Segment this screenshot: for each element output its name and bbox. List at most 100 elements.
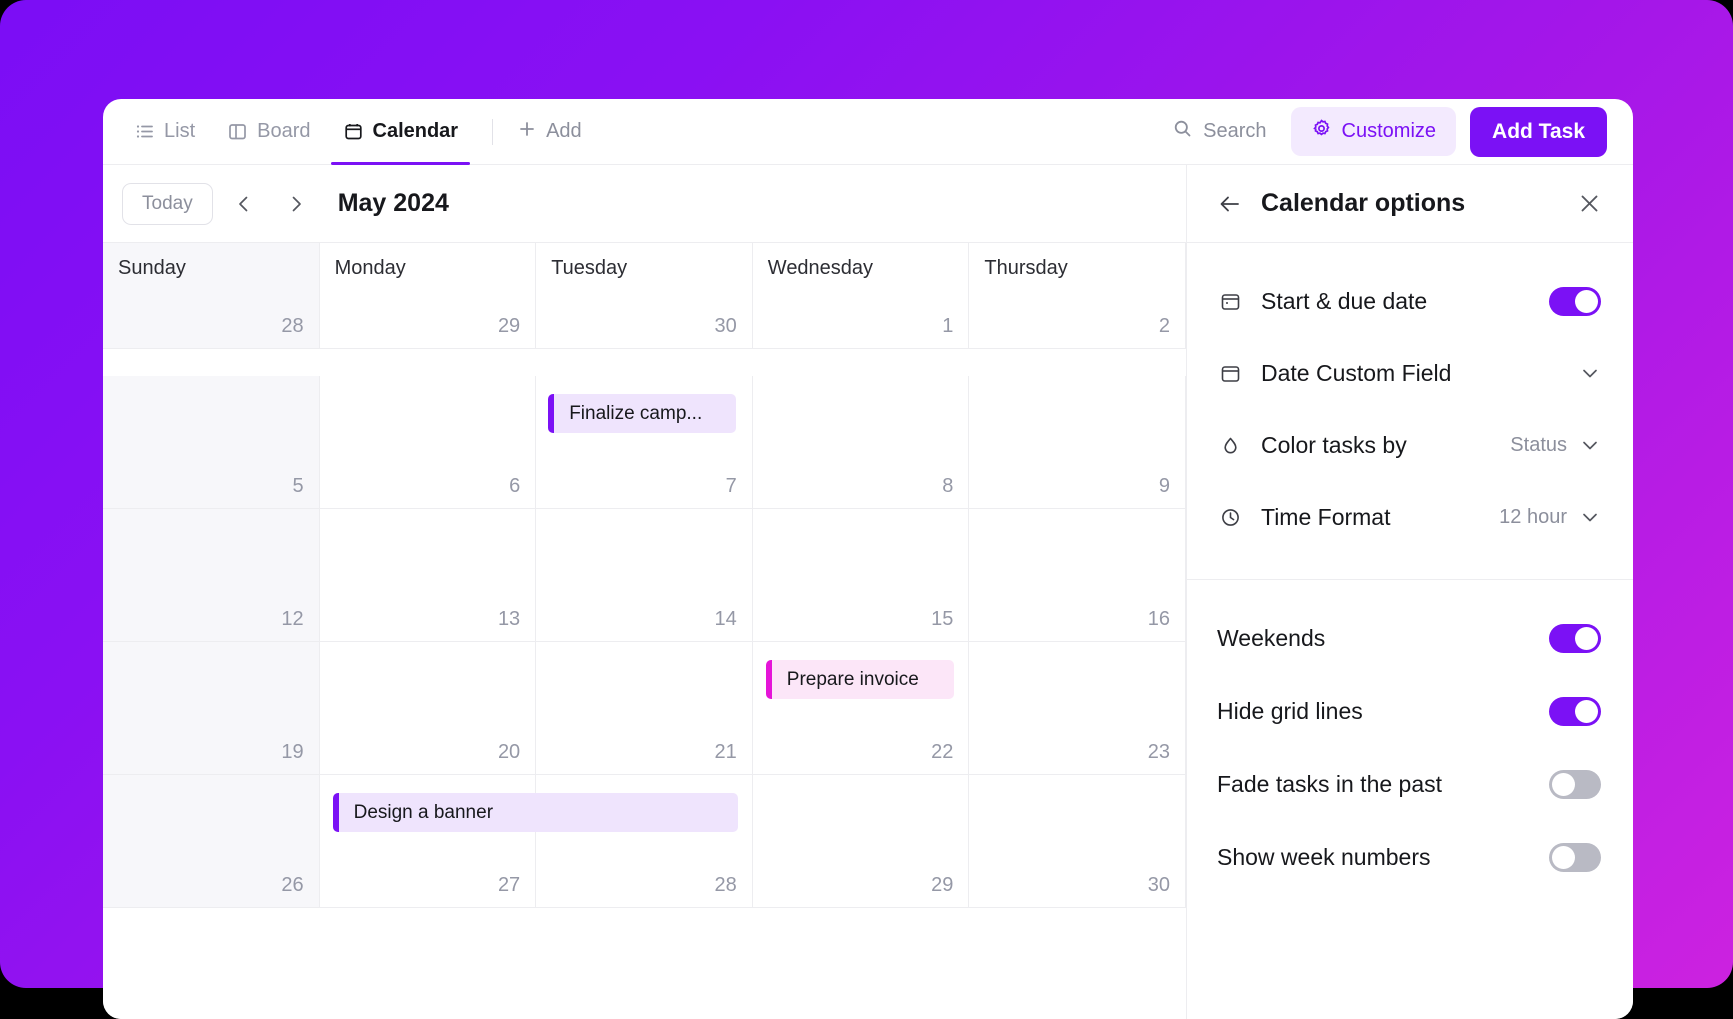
calendar-week-row: 19 20 21 22 Prepare invoice 23 bbox=[103, 642, 1186, 775]
tab-list[interactable]: List bbox=[130, 99, 211, 165]
customize-button[interactable]: Customize bbox=[1290, 107, 1457, 156]
toggle-weekends[interactable] bbox=[1549, 624, 1601, 653]
search-button[interactable]: Search bbox=[1162, 110, 1276, 153]
add-view-label: Add bbox=[546, 120, 582, 142]
day-cell[interactable]: 12 bbox=[103, 509, 320, 641]
option-color-tasks-by[interactable]: Color tasks by Status bbox=[1217, 409, 1601, 481]
toggle-hide-grid-lines[interactable] bbox=[1549, 697, 1601, 726]
view-tabs: List Board Calendar Add bbox=[130, 99, 592, 165]
option-start-due-date[interactable]: Start & due date bbox=[1217, 265, 1601, 337]
day-number: 16 bbox=[1147, 608, 1170, 630]
next-month-button[interactable] bbox=[275, 183, 317, 225]
tab-calendar-label: Calendar bbox=[372, 120, 459, 142]
day-cell[interactable]: 27 Design a banner bbox=[320, 775, 738, 907]
option-label: Fade tasks in the past bbox=[1217, 771, 1443, 797]
prev-month-button[interactable] bbox=[223, 183, 265, 225]
option-show-week-numbers[interactable]: Show week numbers bbox=[1217, 821, 1601, 894]
arrow-left-icon[interactable] bbox=[1217, 191, 1243, 217]
day-cell[interactable]: Wednesday 1 bbox=[753, 243, 970, 348]
calendar-event[interactable]: Finalize camp... bbox=[548, 394, 737, 433]
toolbar-actions: Search Customize Add Task bbox=[1162, 106, 1607, 157]
tab-calendar[interactable]: Calendar bbox=[327, 99, 475, 165]
option-date-custom-field[interactable]: Date Custom Field bbox=[1217, 337, 1601, 409]
day-cell[interactable]: 5 bbox=[103, 376, 320, 508]
board-icon bbox=[227, 121, 248, 142]
day-cell[interactable]: Monday 29 bbox=[320, 243, 537, 348]
option-weekends[interactable]: Weekends bbox=[1217, 602, 1601, 675]
close-icon[interactable] bbox=[1578, 192, 1601, 215]
toolbar-divider bbox=[492, 118, 494, 145]
toggle-knob bbox=[1552, 773, 1575, 796]
day-cell[interactable]: 19 bbox=[103, 642, 320, 774]
day-cell[interactable]: 20 bbox=[320, 642, 537, 774]
day-number: 23 bbox=[1147, 741, 1170, 763]
day-number: 2 bbox=[1158, 315, 1170, 337]
add-task-button[interactable]: Add Task bbox=[1470, 106, 1607, 157]
tab-board[interactable]: Board bbox=[211, 99, 326, 165]
panel-title: Calendar options bbox=[1261, 189, 1466, 217]
day-cell[interactable]: 9 bbox=[969, 376, 1186, 508]
toggle-show-week-numbers[interactable] bbox=[1549, 843, 1601, 872]
today-button[interactable]: Today bbox=[122, 182, 213, 225]
search-icon bbox=[1172, 118, 1193, 145]
day-cell[interactable]: 30 bbox=[969, 775, 1186, 907]
tab-board-label: Board bbox=[257, 120, 311, 142]
day-cell[interactable]: 21 bbox=[536, 642, 753, 774]
toggle-start-due-date[interactable] bbox=[1549, 286, 1601, 316]
day-cell[interactable]: 6 bbox=[320, 376, 537, 508]
day-cell[interactable]: 22 Prepare invoice bbox=[753, 642, 970, 774]
option-hide-grid-lines[interactable]: Hide grid lines bbox=[1217, 675, 1601, 748]
time-format-value: 12 hour bbox=[1499, 505, 1567, 528]
day-cell[interactable]: 29 bbox=[753, 775, 970, 907]
day-cell[interactable]: 15 bbox=[753, 509, 970, 641]
option-fade-tasks-in-the-past[interactable]: Fade tasks in the past bbox=[1217, 748, 1601, 821]
day-cell[interactable]: Sunday 28 bbox=[103, 243, 320, 348]
option-label: Hide grid lines bbox=[1217, 698, 1363, 724]
option-label: Time Format bbox=[1261, 503, 1391, 530]
chevron-down-icon[interactable] bbox=[1579, 506, 1601, 528]
day-cell[interactable]: 13 bbox=[320, 509, 537, 641]
day-number: 28 bbox=[281, 315, 304, 337]
day-cell[interactable]: 7 Finalize camp... bbox=[536, 376, 753, 508]
clock-icon bbox=[1217, 504, 1243, 530]
day-cell[interactable]: 8 bbox=[753, 376, 970, 508]
panel-section-date-options: Start & due date Date Custom Field Color… bbox=[1187, 242, 1633, 579]
calendar-week-row: 26 27 Design a banner 28 29 30 bbox=[103, 775, 1186, 908]
calendar-options-panel: Calendar options Start & due date Date C… bbox=[1186, 165, 1633, 1019]
day-header-label: Tuesday bbox=[551, 257, 628, 279]
calendar-navigation: Today May 2024 bbox=[103, 165, 1186, 242]
droplet-icon bbox=[1217, 432, 1243, 458]
main-content: Today May 2024 Sunday 28 Monday 29 Tuesd… bbox=[103, 165, 1633, 1019]
chevron-down-icon[interactable] bbox=[1579, 362, 1601, 384]
toggle-knob bbox=[1575, 700, 1598, 723]
add-view-button[interactable]: Add bbox=[507, 113, 592, 151]
option-time-format[interactable]: Time Format 12 hour bbox=[1217, 481, 1601, 553]
toggle-knob bbox=[1552, 846, 1575, 869]
day-cell[interactable]: 26 bbox=[103, 775, 320, 907]
calendar-week-row: 5 6 7 Finalize camp... 8 9 bbox=[103, 376, 1186, 509]
calendar-event[interactable]: Design a banner bbox=[332, 793, 738, 832]
day-number: 7 bbox=[725, 475, 737, 497]
calendar-event[interactable]: Prepare invoice bbox=[765, 660, 954, 699]
toggle-fade-tasks-in-the-past[interactable] bbox=[1549, 770, 1601, 799]
day-number: 1 bbox=[942, 315, 954, 337]
calendar-icon bbox=[343, 121, 364, 142]
day-number: 28 bbox=[714, 874, 737, 896]
day-cell[interactable]: Tuesday 30 bbox=[536, 243, 753, 348]
customize-label: Customize bbox=[1341, 120, 1437, 142]
option-control: Status bbox=[1510, 434, 1601, 457]
chevron-down-icon[interactable] bbox=[1579, 434, 1601, 456]
day-number: 29 bbox=[497, 315, 521, 337]
calendar-view: Today May 2024 Sunday 28 Monday 29 Tuesd… bbox=[103, 165, 1186, 1019]
tab-list-label: List bbox=[164, 120, 196, 142]
day-cell[interactable]: 16 bbox=[969, 509, 1186, 641]
day-number: 26 bbox=[281, 874, 304, 896]
day-header-label: Monday bbox=[334, 257, 406, 279]
day-cell[interactable]: 14 bbox=[536, 509, 753, 641]
day-number: 13 bbox=[497, 608, 521, 630]
day-cell[interactable]: Thursday 2 bbox=[969, 243, 1186, 348]
app-window: List Board Calendar Add Search Customize… bbox=[103, 99, 1633, 1019]
day-cell[interactable]: 23 bbox=[969, 642, 1186, 774]
option-label: Weekends bbox=[1217, 625, 1326, 651]
color-tasks-by-value: Status bbox=[1510, 433, 1567, 456]
